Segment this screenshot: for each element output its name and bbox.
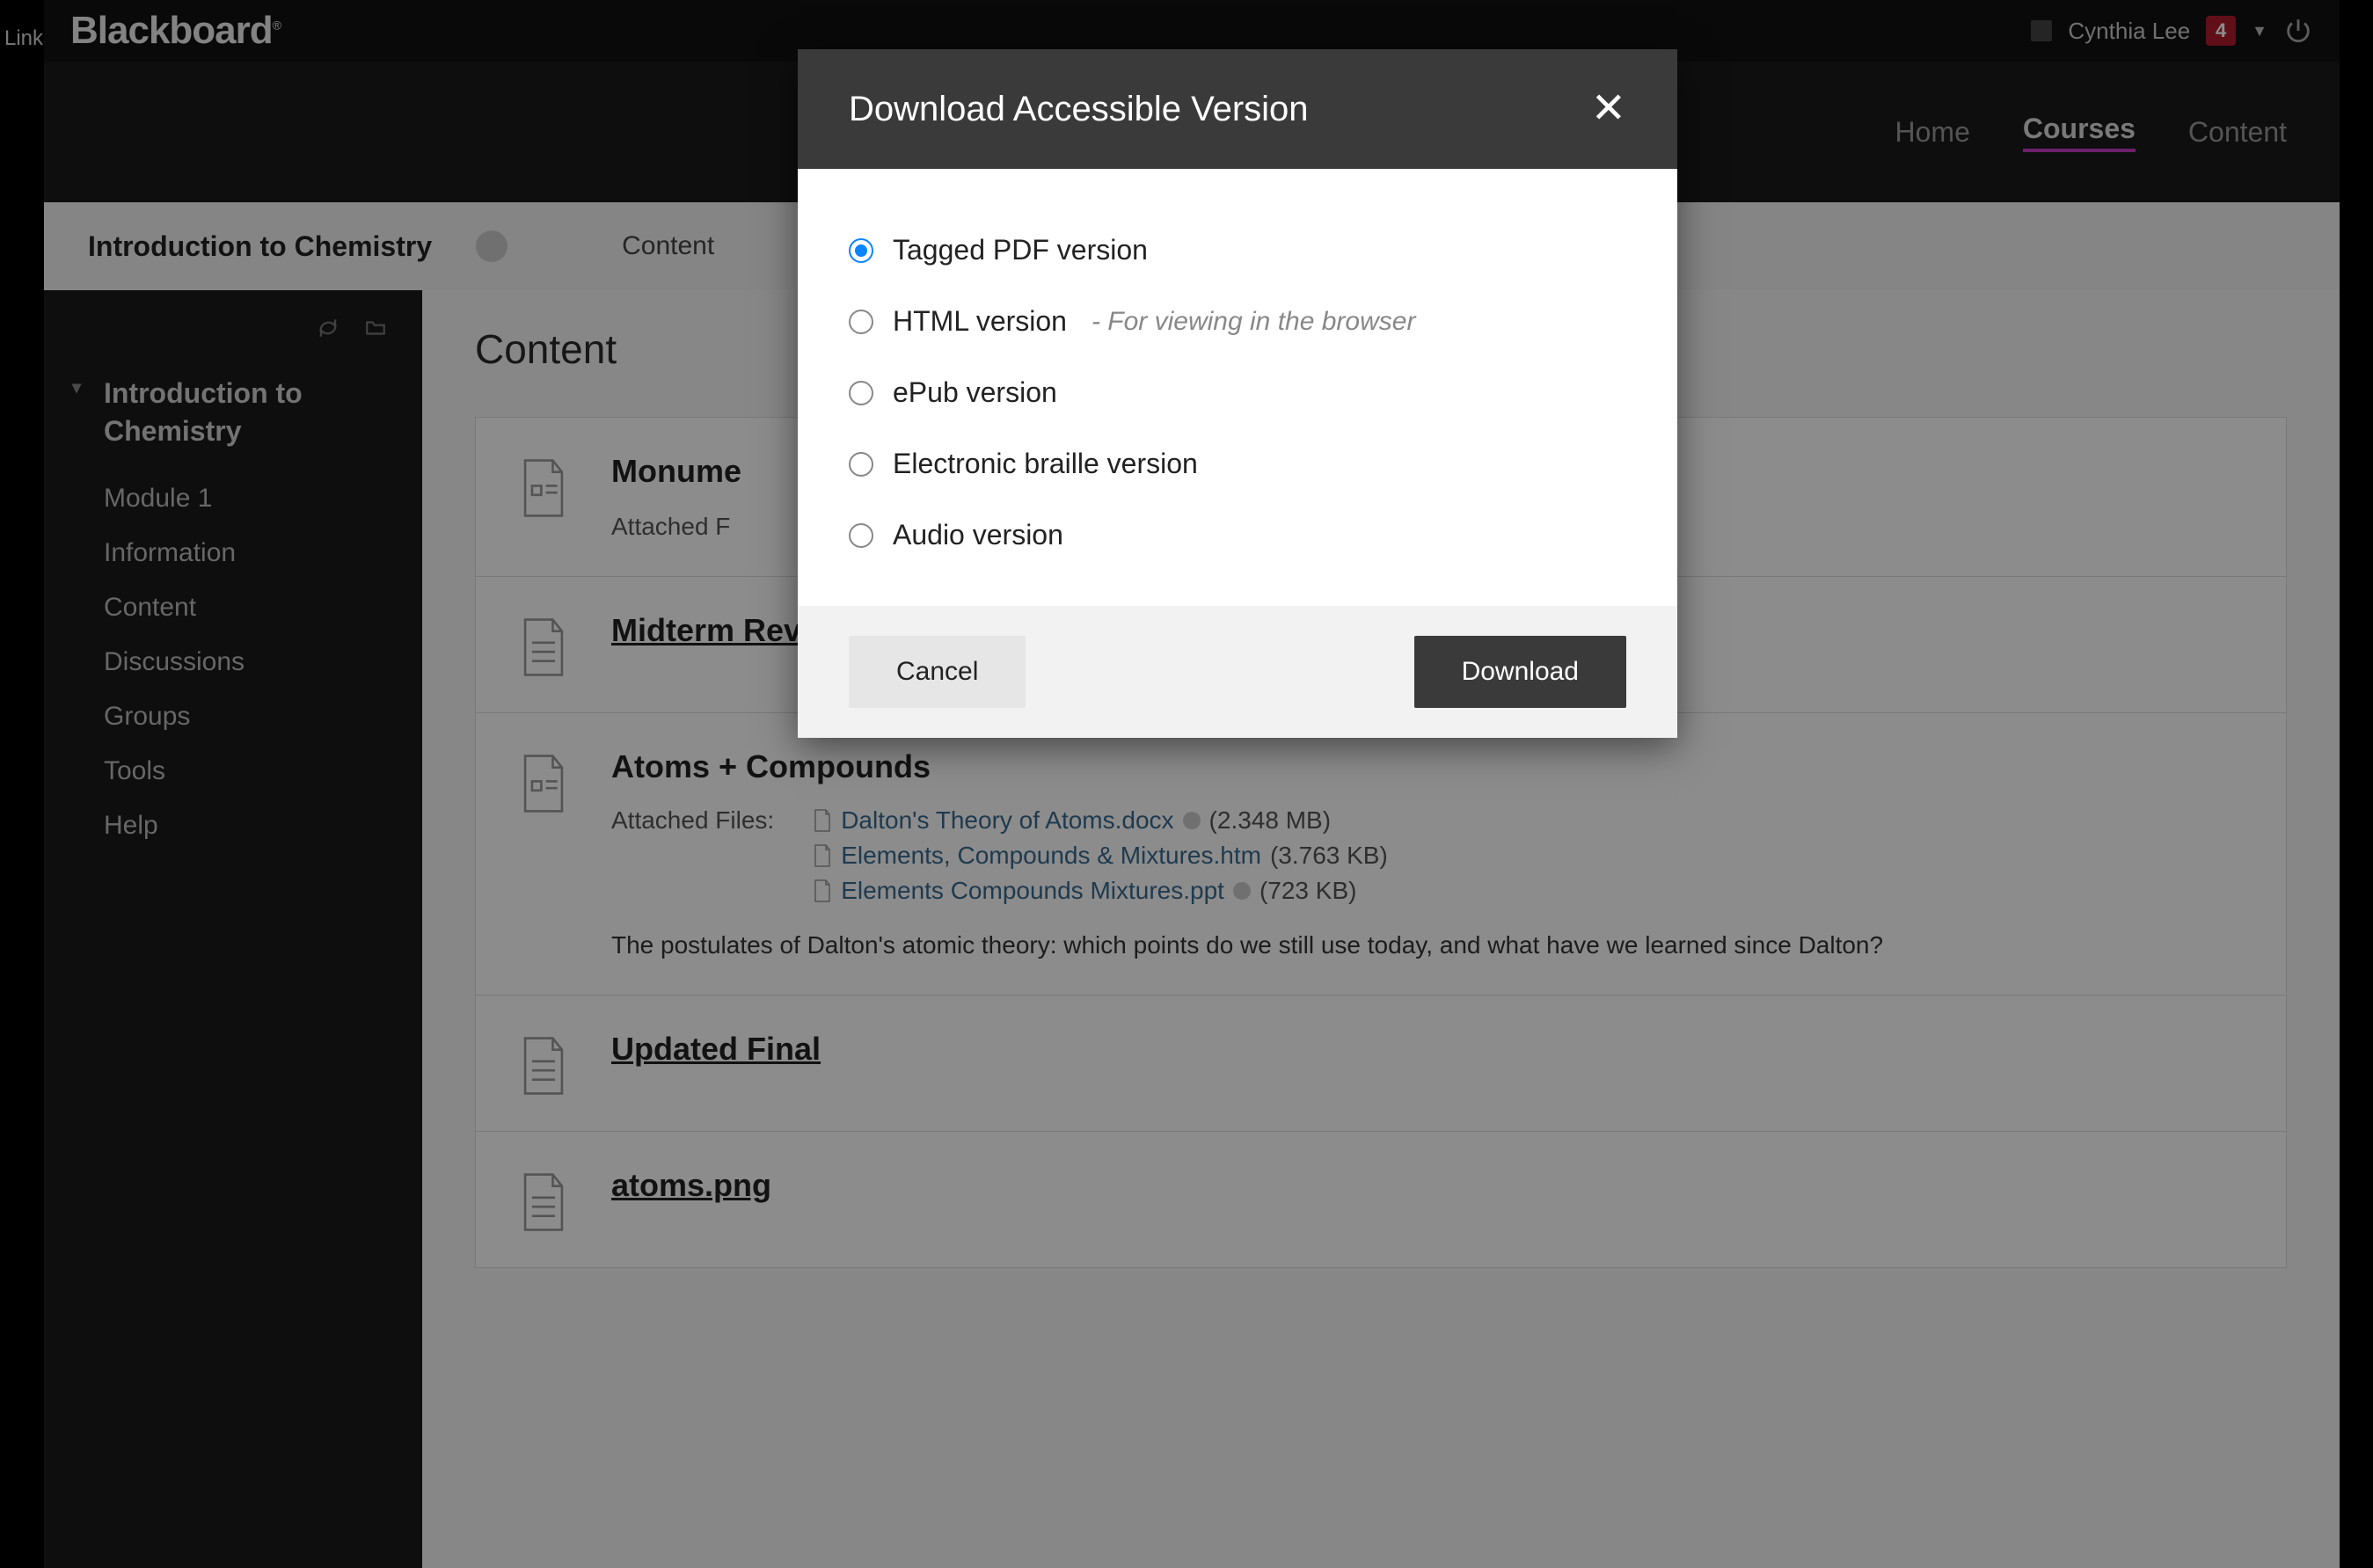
radio-label: HTML version bbox=[893, 305, 1067, 338]
radio-label: Tagged PDF version bbox=[893, 234, 1148, 266]
modal-footer: Cancel Download bbox=[798, 606, 1677, 738]
radio-icon[interactable] bbox=[849, 452, 873, 477]
app-root: Blackboard® Cynthia Lee 4 ▼ Home Courses… bbox=[44, 0, 2340, 1568]
radio-option-tagged-pdf[interactable]: Tagged PDF version bbox=[849, 215, 1626, 286]
radio-option-epub[interactable]: ePub version bbox=[849, 357, 1626, 428]
radio-option-braille[interactable]: Electronic braille version bbox=[849, 428, 1626, 500]
download-modal: Download Accessible Version ✕ Tagged PDF… bbox=[798, 49, 1677, 738]
radio-label: Electronic braille version bbox=[893, 448, 1198, 480]
radio-option-html[interactable]: HTML version - For viewing in the browse… bbox=[849, 286, 1626, 357]
radio-icon[interactable] bbox=[849, 381, 873, 405]
close-icon[interactable]: ✕ bbox=[1591, 88, 1626, 130]
cancel-button[interactable]: Cancel bbox=[849, 636, 1026, 708]
radio-option-audio[interactable]: Audio version bbox=[849, 500, 1626, 571]
modal-header: Download Accessible Version ✕ bbox=[798, 49, 1677, 169]
modal-title: Download Accessible Version bbox=[849, 90, 1309, 129]
radio-icon[interactable] bbox=[849, 523, 873, 548]
radio-hint: - For viewing in the browser bbox=[1092, 307, 1415, 337]
radio-icon[interactable] bbox=[849, 238, 873, 263]
radio-icon[interactable] bbox=[849, 310, 873, 334]
modal-body: Tagged PDF version HTML version - For vi… bbox=[798, 169, 1677, 606]
radio-label: Audio version bbox=[893, 519, 1063, 551]
radio-label: ePub version bbox=[893, 376, 1057, 409]
download-button[interactable]: Download bbox=[1414, 636, 1626, 708]
